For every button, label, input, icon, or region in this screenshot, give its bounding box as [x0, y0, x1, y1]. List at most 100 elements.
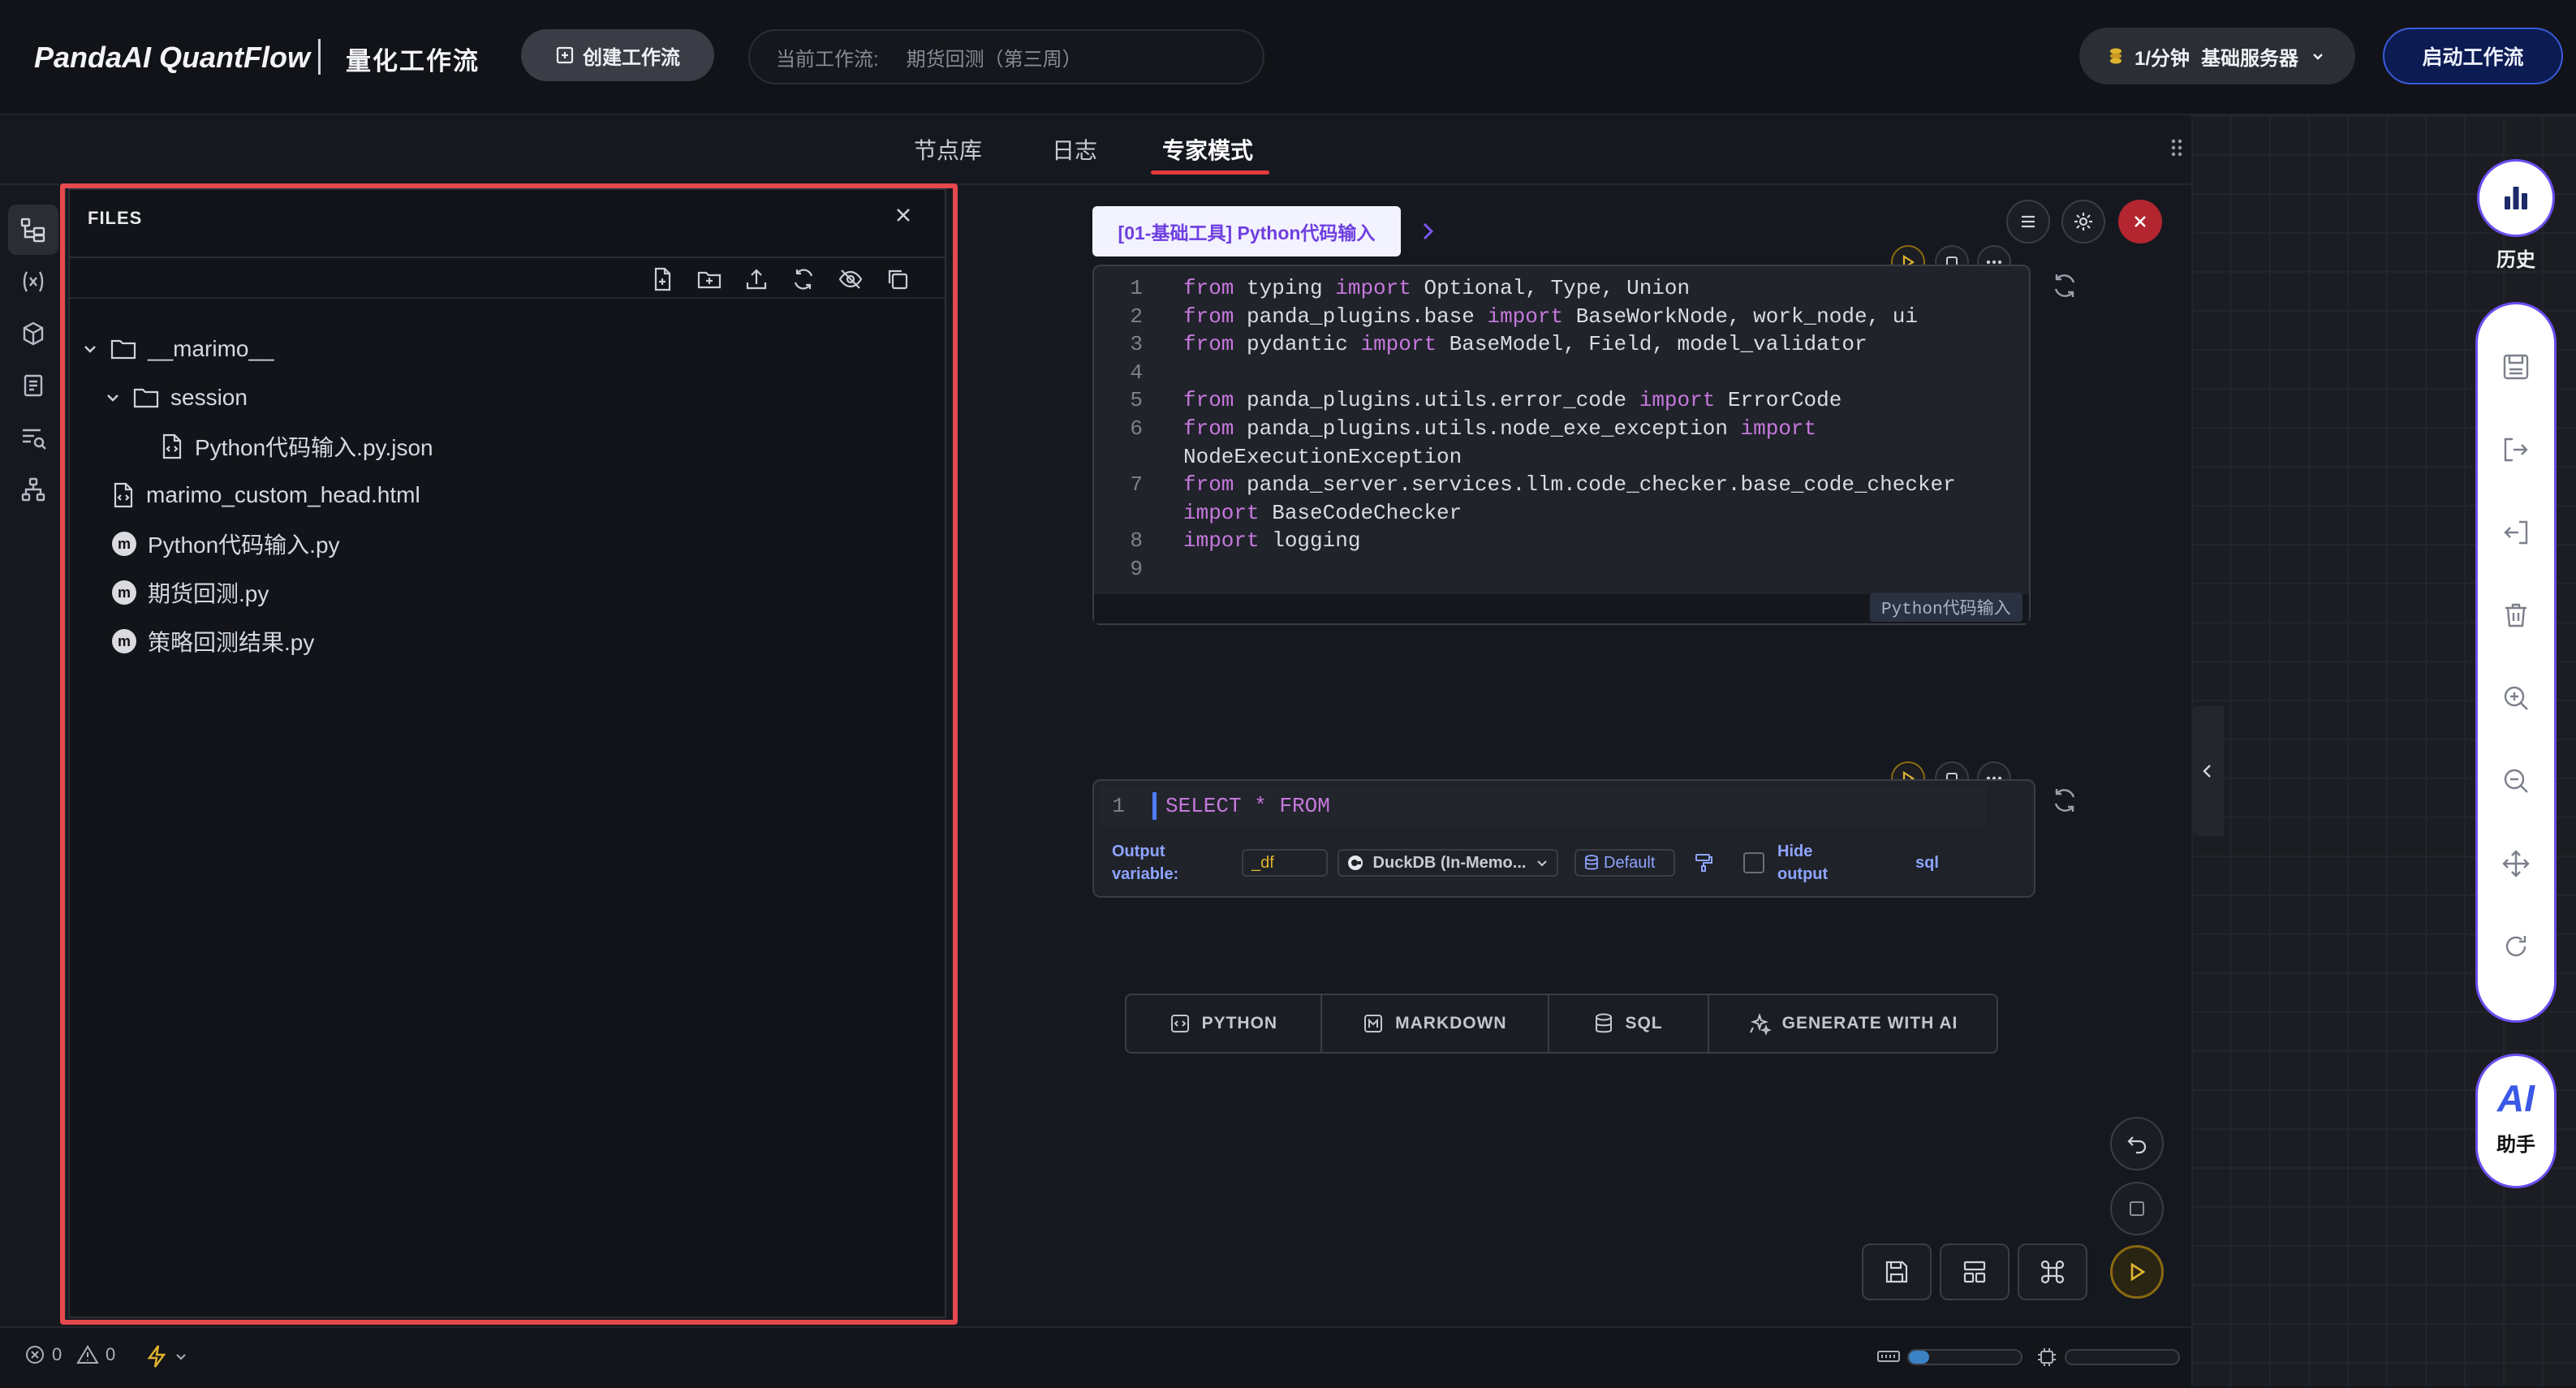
sync-icon[interactable] [2050, 271, 2079, 300]
sql-code[interactable]: SELECT * FROM [1165, 794, 1330, 818]
sync-icon[interactable] [2050, 786, 2079, 815]
history-button[interactable] [2477, 159, 2555, 237]
code-token: BaseCodeChecker [1259, 500, 1462, 525]
bar-chart-icon [2500, 182, 2532, 214]
current-workflow-indicator: 当前工作流: 期货回测（第三周） [748, 29, 1264, 84]
server-select[interactable]: 1/分钟 基础服务器 [2079, 28, 2355, 84]
active-tab-indicator [1151, 170, 1269, 175]
code-keyword: from [1183, 388, 1234, 413]
brand-logo: PandaAI QuantFlow [34, 41, 311, 74]
code-token: BaseModel, Field, model_validator [1437, 332, 1867, 357]
tree-file-futures-backtest[interactable]: m 期货回测.py [112, 573, 269, 612]
save-icon[interactable] [1862, 1244, 1932, 1300]
hide-output-checkbox[interactable] [1743, 852, 1764, 873]
add-sql-cell-button[interactable]: SQL [1549, 995, 1709, 1052]
sparkles-icon [1748, 1012, 1771, 1035]
close-icon[interactable] [893, 205, 914, 226]
run-all-icon[interactable] [2110, 1245, 2164, 1299]
collapse-panel-button[interactable] [2191, 706, 2224, 836]
line-number: 1 [1130, 276, 1143, 300]
import-icon[interactable] [2496, 513, 2535, 552]
add-python-cell-button[interactable]: PYTHON [1126, 995, 1322, 1052]
add-markdown-cell-button[interactable]: MARKDOWN [1322, 995, 1550, 1052]
warning-count[interactable]: 0 [76, 1344, 115, 1365]
settings-icon[interactable] [2061, 200, 2105, 244]
engine-select[interactable]: DuckDB (In-Memo... [1338, 849, 1558, 877]
export-icon[interactable] [2496, 430, 2535, 469]
memory-usage-fill [1909, 1351, 1929, 1364]
cell-node-label[interactable]: [01-基础工具] Python代码输入 [1092, 206, 1401, 256]
tab-logs[interactable]: 日志 [1052, 133, 1097, 166]
tab-node-library[interactable]: 节点库 [914, 133, 982, 166]
variables-icon[interactable] [16, 265, 50, 299]
create-workflow-label: 创建工作流 [583, 46, 680, 69]
command-icon[interactable] [2018, 1244, 2087, 1300]
dependency-graph-icon[interactable] [16, 472, 50, 506]
tree-file-custom-head[interactable]: marimo_custom_head.html [112, 476, 420, 515]
copy-icon[interactable] [885, 266, 911, 292]
code-line[interactable]: from panda_plugins.utils.node_exe_except… [1183, 416, 1816, 441]
add-markdown-label: MARKDOWN [1395, 1014, 1507, 1032]
tree-file-strategy-results[interactable]: m 策略回测结果.py [112, 622, 314, 661]
tree-file-session-json[interactable]: Python代码输入.py.json [161, 427, 433, 466]
marimo-icon: m [112, 629, 136, 653]
error-count[interactable]: 0 [24, 1344, 62, 1365]
new-file-icon[interactable] [649, 266, 675, 292]
zoom-out-icon[interactable] [2496, 761, 2535, 800]
runtime-mode-select[interactable] [146, 1344, 188, 1369]
drag-handle-icon[interactable] [2170, 138, 2183, 157]
format-icon[interactable] [1693, 852, 1714, 873]
start-workflow-button[interactable]: 启动工作流 [2383, 28, 2563, 84]
tree-file-python-input[interactable]: m Python代码输入.py [112, 524, 340, 563]
code-line[interactable]: from panda_plugins.utils.error_code impo… [1183, 388, 1842, 412]
refresh-icon[interactable] [790, 266, 816, 292]
stop-all-icon[interactable] [2110, 1182, 2164, 1235]
duckdb-icon [1347, 855, 1363, 871]
generate-with-ai-button[interactable]: GENERATE WITH AI [1709, 995, 1997, 1052]
warning-count-value: 0 [106, 1344, 116, 1364]
trash-icon[interactable] [2496, 596, 2535, 635]
move-icon[interactable] [2496, 844, 2535, 883]
menu-icon[interactable] [2006, 200, 2050, 244]
chevron-down-icon [81, 340, 99, 358]
layout-icon[interactable] [1940, 1244, 2010, 1300]
ai-logo: AI [2497, 1077, 2535, 1119]
tab-expert-mode[interactable]: 专家模式 [1162, 133, 1253, 166]
file-tree-icon[interactable] [8, 205, 58, 255]
ai-assistant-button[interactable] [2475, 1054, 2557, 1188]
lightning-icon [146, 1344, 167, 1369]
reset-icon[interactable] [2496, 927, 2535, 966]
code-line[interactable]: import logging [1183, 528, 1360, 553]
close-node-icon[interactable] [2118, 200, 2162, 244]
add-square-icon [555, 45, 575, 65]
add-sql-label: SQL [1625, 1014, 1663, 1032]
tree-folder-marimo[interactable]: __marimo__ [81, 330, 274, 369]
code-line[interactable]: from typing import Optional, Type, Union [1183, 276, 1690, 300]
cpu-icon [2035, 1346, 2058, 1369]
line-number: 7 [1130, 472, 1143, 498]
code-token: typing [1234, 276, 1323, 300]
outline-icon[interactable] [16, 369, 50, 403]
save-icon[interactable] [2496, 347, 2535, 386]
code-token: panda_plugins.utils.node_exe_exception [1234, 416, 1728, 441]
code-line[interactable]: from panda_plugins.base import BaseWorkN… [1183, 304, 1918, 329]
eye-off-icon[interactable] [838, 266, 864, 292]
package-icon[interactable] [16, 317, 50, 351]
line-number: 3 [1130, 332, 1143, 357]
search-list-icon[interactable] [16, 420, 50, 455]
marimo-icon: m [112, 532, 136, 556]
code-line[interactable]: from pydantic import BaseModel, Field, m… [1183, 332, 1867, 356]
chevron-right-icon[interactable] [1419, 219, 1437, 244]
tree-folder-session[interactable]: session [104, 378, 248, 417]
zoom-in-icon[interactable] [2496, 679, 2535, 718]
create-workflow-button[interactable]: 创建工作流 [521, 29, 714, 81]
schema-select[interactable]: Default [1574, 849, 1675, 877]
line-number: 6 [1130, 416, 1143, 441]
upload-icon[interactable] [743, 266, 769, 292]
new-folder-icon[interactable] [696, 266, 722, 292]
undo-icon[interactable] [2110, 1117, 2164, 1170]
output-variable-input[interactable]: _df [1242, 849, 1328, 877]
code-line[interactable]: import BaseCodeChecker [1183, 501, 1462, 525]
code-line[interactable]: NodeExecutionException [1183, 445, 1462, 469]
code-line[interactable]: from panda_server.services.llm.code_chec… [1183, 472, 1956, 497]
